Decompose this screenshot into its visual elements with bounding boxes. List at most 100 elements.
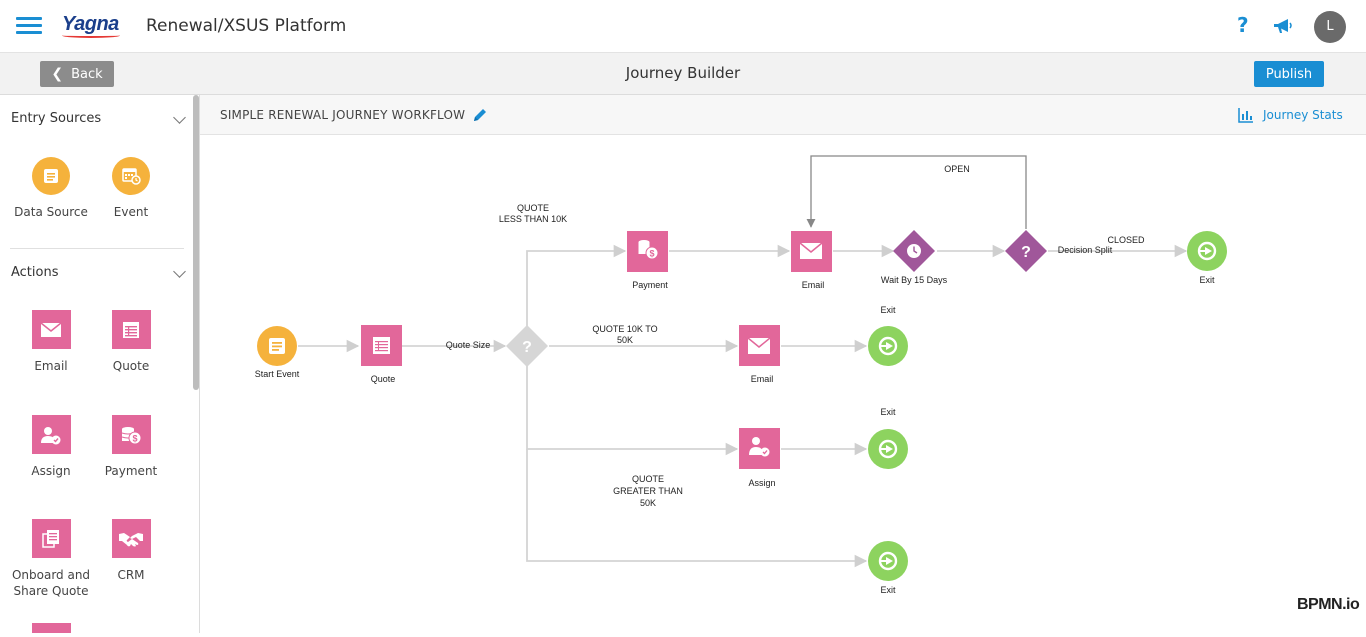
- tool-label: Assign: [31, 464, 71, 478]
- actions-header[interactable]: Actions: [11, 265, 186, 285]
- question-mark-icon: ?: [1021, 244, 1031, 261]
- tool-label: Email: [34, 359, 68, 373]
- pencil-icon[interactable]: [472, 107, 488, 123]
- edge-label: LESS THAN 10K: [499, 214, 567, 224]
- envelope-icon: [799, 242, 823, 259]
- table-icon: [373, 337, 390, 354]
- node-exit-top[interactable]: Exit: [1187, 231, 1227, 285]
- node-label: Exit: [880, 407, 896, 417]
- journey-stats-link[interactable]: Journey Stats: [1238, 107, 1343, 123]
- journey-stats-label: Journey Stats: [1263, 108, 1343, 122]
- handshake-icon: [111, 519, 151, 558]
- node-label: Exit: [880, 585, 896, 595]
- tool-payment[interactable]: $ Payment: [91, 415, 171, 479]
- node-exit-mid[interactable]: Exit: [868, 305, 908, 366]
- node-decision-split[interactable]: ? Decision Split: [1005, 230, 1113, 272]
- megaphone-icon[interactable]: [1272, 16, 1294, 36]
- svg-text:$: $: [650, 249, 655, 259]
- page-title: Journey Builder: [625, 64, 741, 82]
- help-icon[interactable]: ?: [1237, 13, 1249, 37]
- document-icon: [32, 157, 70, 195]
- node-label: Quote: [371, 374, 396, 384]
- node-label: Exit: [1199, 275, 1215, 285]
- edge-greater-50k[interactable]: [526, 366, 739, 456]
- tool-onboard-share-quote[interactable]: Onboard and Share Quote: [11, 519, 91, 599]
- sidebar-scrollbar[interactable]: [193, 95, 199, 390]
- logo-swoosh: [62, 33, 120, 38]
- edge-bottom-exit[interactable]: [526, 449, 868, 568]
- bpmn-io-watermark[interactable]: BPMN.io: [1297, 596, 1360, 614]
- edge-label: OPEN: [944, 164, 970, 174]
- edge-label: 50K: [640, 498, 656, 508]
- document-icon: [269, 338, 285, 354]
- tool-label: Onboard and Share Quote: [11, 568, 91, 598]
- top-bar: Yagna Renewal/XSUS Platform ? L: [0, 0, 1366, 53]
- node-start-event[interactable]: Start Event: [255, 326, 300, 379]
- tool-email[interactable]: Email: [11, 310, 91, 374]
- edge-open-loop[interactable]: [806, 155, 1027, 229]
- node-quote[interactable]: Quote: [361, 325, 402, 384]
- tool-data-source[interactable]: Data Source: [11, 157, 91, 220]
- app-title: Renewal/XSUS Platform: [146, 16, 347, 36]
- edge-label: 50K: [617, 335, 633, 345]
- workflow-diagram: Start Event Quote Quote Size ? QUOTE LES…: [255, 155, 1227, 595]
- tool-quote[interactable]: Quote: [91, 310, 171, 374]
- envelope-icon: [31, 310, 71, 349]
- workflow-title: SIMPLE RENEWAL JOURNEY WORKFLOW: [220, 108, 466, 122]
- sidebar: Entry Sources Data Source Event Actions …: [0, 95, 200, 633]
- tool-label: Data Source: [14, 205, 88, 219]
- chevron-left-icon: ❮: [51, 66, 64, 82]
- node-assign[interactable]: Assign: [739, 428, 780, 488]
- sub-header: ❮ Back Journey Builder Publish: [0, 53, 1366, 95]
- node-quote-size-gateway[interactable]: ?: [506, 325, 548, 367]
- tool-label: CRM: [117, 568, 145, 582]
- node-exit-assign[interactable]: Exit: [868, 407, 908, 469]
- section-divider: [10, 248, 184, 249]
- node-label: Assign: [748, 478, 775, 488]
- tool-assign[interactable]: Assign: [11, 415, 91, 479]
- clock-icon: [907, 244, 921, 258]
- tool-crm[interactable]: CRM: [91, 519, 171, 583]
- edge-label: CLOSED: [1107, 235, 1145, 245]
- coins-dollar-icon: $: [111, 415, 151, 454]
- canvas-header: SIMPLE RENEWAL JOURNEY WORKFLOW Journey …: [200, 95, 1366, 135]
- back-button[interactable]: ❮ Back: [40, 61, 114, 87]
- node-payment[interactable]: $ Payment: [627, 231, 668, 290]
- question-mark-icon: ?: [522, 339, 532, 356]
- node-label: Email: [802, 280, 825, 290]
- entry-sources-header[interactable]: Entry Sources: [11, 111, 186, 131]
- actions-title: Actions: [11, 265, 59, 280]
- node-label: Email: [751, 374, 774, 384]
- tool-label: Event: [113, 205, 149, 219]
- copy-document-icon: [31, 519, 71, 558]
- node-label: Wait By 15 Days: [881, 275, 948, 285]
- tool-label: Payment: [104, 464, 158, 478]
- svg-text:$: $: [133, 433, 138, 443]
- edge-less-10k[interactable]: [526, 244, 627, 326]
- node-label: Decision Split: [1058, 245, 1113, 255]
- edge-label: QUOTE 10K TO: [592, 324, 657, 334]
- edge-label: QUOTE: [632, 474, 664, 484]
- edge-label: QUOTE: [517, 203, 549, 213]
- node-label: Payment: [632, 280, 668, 290]
- tool-label: Quote: [112, 359, 150, 373]
- chevron-down-icon: [173, 111, 186, 124]
- tool-partial: [32, 623, 71, 633]
- user-check-icon: [31, 415, 71, 454]
- edge-label: GREATER THAN: [613, 486, 683, 496]
- node-label: Exit: [880, 305, 896, 315]
- node-label: Start Event: [255, 369, 300, 379]
- entry-sources-title: Entry Sources: [11, 111, 102, 126]
- tool-event[interactable]: Event: [91, 157, 171, 220]
- node-exit-bottom[interactable]: Exit: [868, 541, 908, 595]
- edge-label: Quote Size: [446, 340, 491, 350]
- node-wait[interactable]: Wait By 15 Days: [881, 230, 948, 285]
- back-label: Back: [71, 66, 103, 82]
- avatar[interactable]: L: [1314, 11, 1346, 43]
- workflow-canvas[interactable]: Start Event Quote Quote Size ? QUOTE LES…: [200, 135, 1366, 633]
- hamburger-menu-icon[interactable]: [16, 17, 42, 35]
- calendar-clock-icon: [112, 157, 150, 195]
- node-email-mid[interactable]: Email: [739, 325, 780, 384]
- publish-button[interactable]: Publish: [1254, 61, 1324, 87]
- node-email-top[interactable]: Email: [791, 231, 832, 290]
